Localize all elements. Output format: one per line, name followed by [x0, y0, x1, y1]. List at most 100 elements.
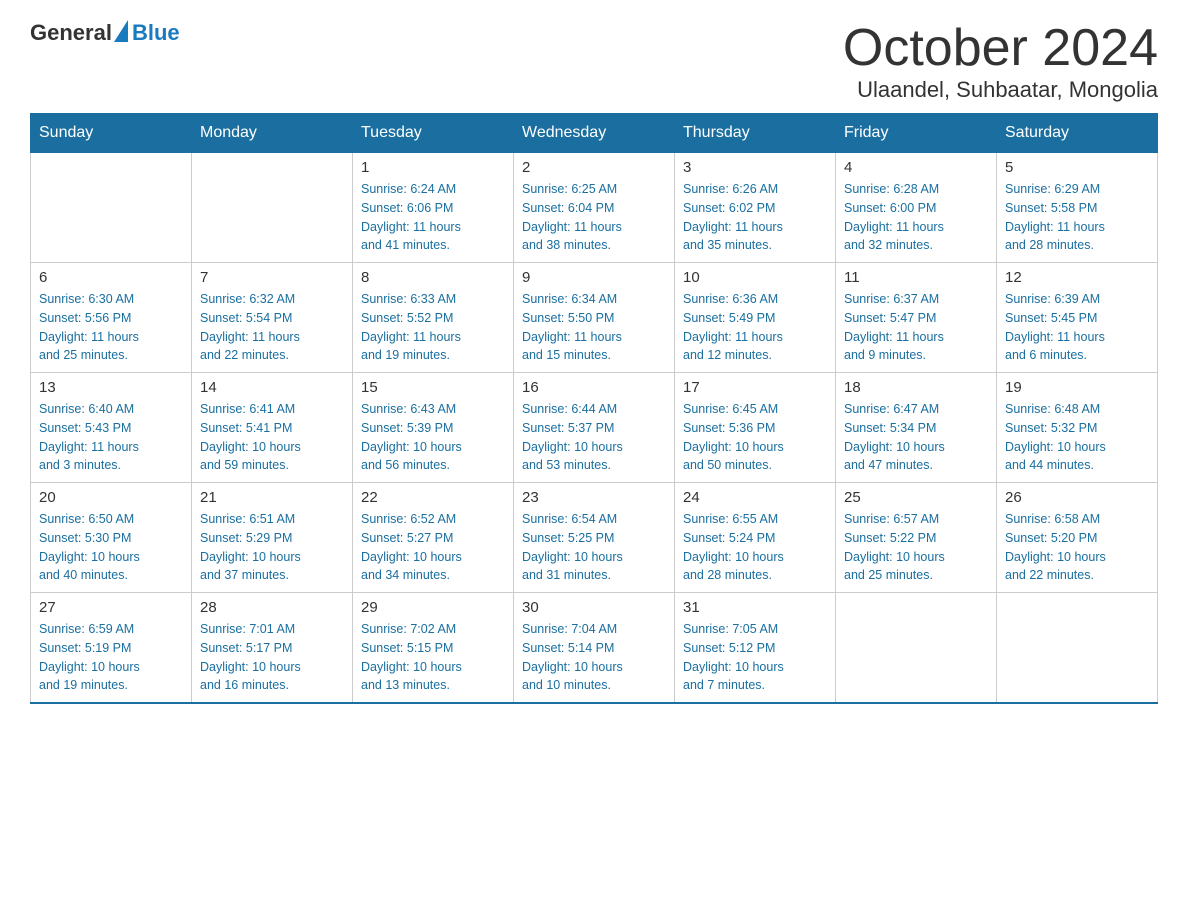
day-info: Sunrise: 7:01 AMSunset: 5:17 PMDaylight:…: [200, 620, 344, 695]
calendar-week-2: 6Sunrise: 6:30 AMSunset: 5:56 PMDaylight…: [31, 263, 1158, 373]
day-info: Sunrise: 6:45 AMSunset: 5:36 PMDaylight:…: [683, 400, 827, 475]
day-info: Sunrise: 6:29 AMSunset: 5:58 PMDaylight:…: [1005, 180, 1149, 255]
day-number: 18: [844, 379, 988, 396]
day-info: Sunrise: 7:02 AMSunset: 5:15 PMDaylight:…: [361, 620, 505, 695]
day-number: 25: [844, 489, 988, 506]
day-info: Sunrise: 6:40 AMSunset: 5:43 PMDaylight:…: [39, 400, 183, 475]
day-info: Sunrise: 6:28 AMSunset: 6:00 PMDaylight:…: [844, 180, 988, 255]
calendar-week-3: 13 Sunrise: 6:40 AMSunset: 5:43 PMDayligh…: [31, 373, 1158, 483]
day-number: 21: [200, 489, 344, 506]
day-number: 5: [1005, 159, 1149, 176]
calendar-cell: 15 Sunrise: 6:43 AMSunset: 5:39 PMDayligh…: [353, 373, 514, 483]
day-info: Sunrise: 6:47 AMSunset: 5:34 PMDaylight:…: [844, 400, 988, 475]
page-title: October 2024: [843, 20, 1158, 77]
calendar-cell: [31, 153, 192, 263]
calendar-cell: 27 Sunrise: 6:59 AMSunset: 5:19 PMDayligh…: [31, 593, 192, 703]
day-info: Sunrise: 6:32 AMSunset: 5:54 PMDaylight:…: [200, 290, 344, 365]
calendar-cell: [997, 593, 1158, 703]
day-info: Sunrise: 6:39 AMSunset: 5:45 PMDaylight:…: [1005, 290, 1149, 365]
day-info: Sunrise: 7:05 AMSunset: 5:12 PMDaylight:…: [683, 620, 827, 695]
calendar-cell: 5 Sunrise: 6:29 AMSunset: 5:58 PMDaylight…: [997, 153, 1158, 263]
day-number: 30: [522, 599, 666, 616]
day-info: Sunrise: 6:44 AMSunset: 5:37 PMDaylight:…: [522, 400, 666, 475]
weekday-header-tuesday: Tuesday: [353, 114, 514, 153]
day-info: Sunrise: 6:51 AMSunset: 5:29 PMDaylight:…: [200, 510, 344, 585]
calendar-cell: 17 Sunrise: 6:45 AMSunset: 5:36 PMDayligh…: [675, 373, 836, 483]
day-number: 7: [200, 269, 344, 286]
day-info: Sunrise: 6:50 AMSunset: 5:30 PMDaylight:…: [39, 510, 183, 585]
day-number: 12: [1005, 269, 1149, 286]
day-number: 17: [683, 379, 827, 396]
page-header: General Blue October 2024 Ulaandel, Suhb…: [30, 20, 1158, 103]
day-number: 3: [683, 159, 827, 176]
day-info: Sunrise: 7:04 AMSunset: 5:14 PMDaylight:…: [522, 620, 666, 695]
day-number: 26: [1005, 489, 1149, 506]
calendar-week-5: 27 Sunrise: 6:59 AMSunset: 5:19 PMDayligh…: [31, 593, 1158, 703]
calendar-cell: [836, 593, 997, 703]
day-number: 29: [361, 599, 505, 616]
day-number: 19: [1005, 379, 1149, 396]
day-info: Sunrise: 6:37 AMSunset: 5:47 PMDaylight:…: [844, 290, 988, 365]
calendar-cell: 13 Sunrise: 6:40 AMSunset: 5:43 PMDayligh…: [31, 373, 192, 483]
day-number: 4: [844, 159, 988, 176]
day-info: Sunrise: 6:26 AMSunset: 6:02 PMDaylight:…: [683, 180, 827, 255]
calendar-week-1: 1Sunrise: 6:24 AMSunset: 6:06 PMDaylight…: [31, 153, 1158, 263]
day-number: 9: [522, 269, 666, 286]
day-info: Sunrise: 6:48 AMSunset: 5:32 PMDaylight:…: [1005, 400, 1149, 475]
weekday-header-friday: Friday: [836, 114, 997, 153]
calendar-cell: [192, 153, 353, 263]
calendar-cell: 24Sunrise: 6:55 AMSunset: 5:24 PMDayligh…: [675, 483, 836, 593]
day-number: 31: [683, 599, 827, 616]
day-number: 20: [39, 489, 183, 506]
day-number: 8: [361, 269, 505, 286]
calendar-cell: 19 Sunrise: 6:48 AMSunset: 5:32 PMDayligh…: [997, 373, 1158, 483]
weekday-header-wednesday: Wednesday: [514, 114, 675, 153]
day-info: Sunrise: 6:33 AMSunset: 5:52 PMDaylight:…: [361, 290, 505, 365]
calendar-cell: 14 Sunrise: 6:41 AMSunset: 5:41 PMDayligh…: [192, 373, 353, 483]
day-number: 6: [39, 269, 183, 286]
weekday-header-monday: Monday: [192, 114, 353, 153]
calendar-table: SundayMondayTuesdayWednesdayThursdayFrid…: [30, 113, 1158, 704]
day-number: 23: [522, 489, 666, 506]
day-number: 13: [39, 379, 183, 396]
day-number: 28: [200, 599, 344, 616]
calendar-cell: 12 Sunrise: 6:39 AMSunset: 5:45 PMDayligh…: [997, 263, 1158, 373]
day-number: 14: [200, 379, 344, 396]
calendar-header: SundayMondayTuesdayWednesdayThursdayFrid…: [31, 114, 1158, 153]
calendar-cell: 22 Sunrise: 6:52 AMSunset: 5:27 PMDayligh…: [353, 483, 514, 593]
calendar-cell: 28 Sunrise: 7:01 AMSunset: 5:17 PMDayligh…: [192, 593, 353, 703]
page-subtitle: Ulaandel, Suhbaatar, Mongolia: [843, 77, 1158, 103]
calendar-cell: 26Sunrise: 6:58 AMSunset: 5:20 PMDayligh…: [997, 483, 1158, 593]
calendar-cell: 11 Sunrise: 6:37 AMSunset: 5:47 PMDayligh…: [836, 263, 997, 373]
calendar-cell: 21 Sunrise: 6:51 AMSunset: 5:29 PMDayligh…: [192, 483, 353, 593]
calendar-body: 1Sunrise: 6:24 AMSunset: 6:06 PMDaylight…: [31, 153, 1158, 703]
day-info: Sunrise: 6:25 AMSunset: 6:04 PMDaylight:…: [522, 180, 666, 255]
calendar-cell: 10Sunrise: 6:36 AMSunset: 5:49 PMDayligh…: [675, 263, 836, 373]
calendar-cell: 9 Sunrise: 6:34 AMSunset: 5:50 PMDaylight…: [514, 263, 675, 373]
day-info: Sunrise: 6:41 AMSunset: 5:41 PMDaylight:…: [200, 400, 344, 475]
day-info: Sunrise: 6:54 AMSunset: 5:25 PMDaylight:…: [522, 510, 666, 585]
day-info: Sunrise: 6:34 AMSunset: 5:50 PMDaylight:…: [522, 290, 666, 365]
day-info: Sunrise: 6:59 AMSunset: 5:19 PMDaylight:…: [39, 620, 183, 695]
calendar-cell: 1Sunrise: 6:24 AMSunset: 6:06 PMDaylight…: [353, 153, 514, 263]
title-block: October 2024 Ulaandel, Suhbaatar, Mongol…: [843, 20, 1158, 103]
day-info: Sunrise: 6:55 AMSunset: 5:24 PMDaylight:…: [683, 510, 827, 585]
logo-general: General: [30, 20, 112, 46]
day-number: 27: [39, 599, 183, 616]
day-number: 11: [844, 269, 988, 286]
logo-blue: Blue: [132, 20, 180, 45]
day-info: Sunrise: 6:43 AMSunset: 5:39 PMDaylight:…: [361, 400, 505, 475]
calendar-cell: 25 Sunrise: 6:57 AMSunset: 5:22 PMDayligh…: [836, 483, 997, 593]
logo: General Blue: [30, 20, 180, 46]
day-info: Sunrise: 6:52 AMSunset: 5:27 PMDaylight:…: [361, 510, 505, 585]
calendar-cell: 31 Sunrise: 7:05 AMSunset: 5:12 PMDayligh…: [675, 593, 836, 703]
day-number: 16: [522, 379, 666, 396]
day-number: 15: [361, 379, 505, 396]
calendar-cell: 20 Sunrise: 6:50 AMSunset: 5:30 PMDayligh…: [31, 483, 192, 593]
calendar-cell: 29 Sunrise: 7:02 AMSunset: 5:15 PMDayligh…: [353, 593, 514, 703]
calendar-cell: 8 Sunrise: 6:33 AMSunset: 5:52 PMDaylight…: [353, 263, 514, 373]
day-number: 10: [683, 269, 827, 286]
day-number: 22: [361, 489, 505, 506]
day-info: Sunrise: 6:24 AMSunset: 6:06 PMDaylight:…: [361, 180, 505, 255]
day-info: Sunrise: 6:57 AMSunset: 5:22 PMDaylight:…: [844, 510, 988, 585]
